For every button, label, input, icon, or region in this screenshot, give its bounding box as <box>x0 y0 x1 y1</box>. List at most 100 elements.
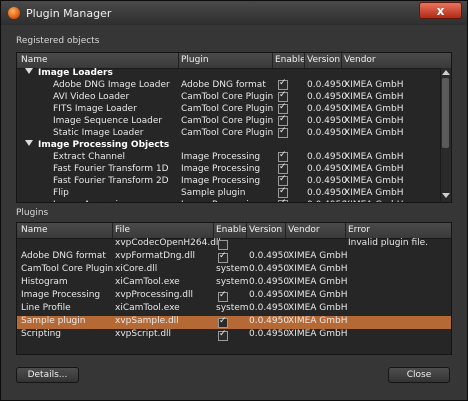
enable-checkbox[interactable] <box>278 150 288 162</box>
object-plugin: CamTool Core Plugin <box>181 116 274 126</box>
title-bar[interactable]: Plugin Manager x <box>1 1 467 25</box>
plugin-enable-checkbox[interactable] <box>218 316 228 328</box>
tree-item[interactable]: FlipSample plugin0.0.4950XIMEA GmbH <box>17 186 439 200</box>
enable-checkbox[interactable] <box>278 126 288 138</box>
plugin-vendor: XIMEA GmbH <box>288 264 348 274</box>
tree-item[interactable]: Fast Fourier Transform 2D Image Processin… <box>17 174 439 188</box>
tree-item[interactable]: Image Averaging Image Processing 0.0.4950X… <box>17 198 439 202</box>
object-vendor: XIMEA GmbH <box>344 188 404 198</box>
plugins-table[interactable]: Name File Enable Version Vendor Error xv… <box>16 222 452 355</box>
object-plugin: Image Processing <box>181 200 260 202</box>
tree-item[interactable]: AVI Video Loader CamTool Core Plugin 0.0.4… <box>17 90 439 104</box>
object-vendor: XIMEA GmbH <box>344 128 404 138</box>
enable-checkbox[interactable] <box>278 102 288 114</box>
tree-item[interactable]: Adobe DNG Image Loader Adobe DNG format 0.… <box>17 78 439 92</box>
object-vendor: XIMEA GmbH <box>344 80 404 90</box>
tree-item[interactable]: Fast Fourier Transform 1D Image Processin… <box>17 162 439 176</box>
plugin-file: xvpCodecOpenH264.dll <box>115 238 221 248</box>
plugin-file: xvpFormatDng.dll <box>115 251 196 261</box>
plugin-version: 0.0.4950 <box>249 264 290 274</box>
scroll-down-arrow-icon[interactable] <box>442 193 450 198</box>
tree-item[interactable]: FITS Image Loader CamTool Core Plugin 0.0.… <box>17 102 439 116</box>
plugin-file: xiCamTool.exe <box>115 303 180 313</box>
tree-item[interactable]: Image Sequence Loader CamTool Core Plugin… <box>17 114 439 128</box>
tree-item[interactable]: Static Image Loader CamTool Core Plugin 0.… <box>17 126 439 140</box>
object-vendor: XIMEA GmbH <box>344 152 404 162</box>
registered-objects-tree[interactable]: Name Plugin Enable Version Vendor Image … <box>16 52 452 203</box>
plugin-name: Line Profile <box>21 303 71 313</box>
object-version: 0.0.4950 <box>307 176 348 186</box>
plugin-vendor: XIMEA GmbH <box>288 290 348 300</box>
object-plugin: Image Processing <box>181 164 261 174</box>
tree-item[interactable]: Extract Channel Image Processing 0.0.4950X… <box>17 150 439 164</box>
plugin-vendor: XIMEA GmbH <box>288 251 348 261</box>
col-version[interactable]: Version <box>307 55 340 65</box>
object-version: 0.0.4950 <box>307 164 348 174</box>
window-title: Plugin Manager <box>26 7 112 20</box>
plugin-row[interactable]: Line Profile xiCamTool.exe system 0.0.4950 X… <box>17 303 451 316</box>
plugin-enable-system: system <box>216 277 249 287</box>
object-version: 0.0.4950 <box>307 128 348 138</box>
plugin-manager-window: Plugin Manager x Registered objects Name… <box>0 0 468 401</box>
scrollbar-thumb[interactable] <box>442 78 449 148</box>
object-name: Fast Fourier Transform 2D <box>53 176 169 186</box>
col-plugin[interactable]: Plugin <box>181 55 209 65</box>
plugin-row[interactable]: Image Processing xvpProcessing.dll 0.0.495… <box>17 290 451 303</box>
col-plugin-enable[interactable]: Enable <box>216 225 247 235</box>
plugin-enable-checkbox[interactable] <box>218 329 228 341</box>
col-enable[interactable]: Enable <box>275 55 306 65</box>
tree-group[interactable]: Image Loaders <box>17 68 439 80</box>
plugin-name: CamTool Core Plugin <box>21 264 114 274</box>
enable-checkbox[interactable] <box>278 186 288 198</box>
plugin-error: Invalid plugin file. <box>348 238 429 248</box>
object-version: 0.0.4950 <box>307 104 348 114</box>
plugin-vendor: XIMEA GmbH <box>288 277 348 287</box>
plugin-vendor: XIMEA GmbH <box>288 303 348 313</box>
col-error[interactable]: Error <box>348 225 370 235</box>
object-plugin: Sample plugin <box>181 188 246 198</box>
close-button[interactable]: Close <box>388 367 450 383</box>
plugin-row[interactable]: Sample plugin xvpSample.dll 0.0.4950XIMEA … <box>17 316 451 329</box>
tree-group[interactable]: Image Processing Objects <box>17 140 439 152</box>
enable-checkbox[interactable] <box>278 198 288 202</box>
plugin-enable-checkbox[interactable] <box>218 240 228 250</box>
plugin-row[interactable]: Histogram xiCamTool.exe system 0.0.4950 XIME… <box>17 277 451 290</box>
window-close-button[interactable]: x <box>419 2 462 19</box>
plugin-enable-checkbox[interactable] <box>218 290 228 302</box>
details-button[interactable]: Details... <box>16 367 79 383</box>
plugin-row[interactable]: xvpCodecOpenH264.dll Invalid plugin file. <box>17 238 451 251</box>
enable-checkbox[interactable] <box>278 90 288 102</box>
enable-checkbox[interactable] <box>278 174 288 186</box>
object-plugin: Image Processing <box>181 152 261 162</box>
plugin-version: 0.0.4950 <box>249 303 290 313</box>
plugin-enable-checkbox[interactable] <box>218 251 228 263</box>
enable-checkbox[interactable] <box>278 162 288 174</box>
enable-checkbox[interactable] <box>278 78 288 90</box>
col-name[interactable]: Name <box>21 55 48 65</box>
object-vendor: XIMEA GmbH <box>344 200 404 202</box>
object-name: Flip <box>53 188 69 198</box>
object-version: 0.0.4950 <box>307 200 347 202</box>
enable-checkbox[interactable] <box>278 114 288 126</box>
col-plugin-name[interactable]: Name <box>21 225 48 235</box>
plugin-row[interactable]: CamTool Core Plugin xiCore.dll system 0.0.4… <box>17 264 451 277</box>
object-version: 0.0.4950 <box>307 80 348 90</box>
col-file[interactable]: File <box>115 225 130 235</box>
expand-triangle-icon[interactable] <box>25 140 33 146</box>
col-plugin-vendor[interactable]: Vendor <box>288 225 320 235</box>
object-plugin: CamTool Core Plugin <box>181 104 274 114</box>
object-vendor: XIMEA GmbH <box>344 164 404 174</box>
col-plugin-version[interactable]: Version <box>249 225 282 235</box>
group-label: Image Processing Objects <box>38 140 170 150</box>
col-vendor[interactable]: Vendor <box>344 55 376 65</box>
plugin-row[interactable]: Adobe DNG format xvpFormatDng.dll 0.0.4950… <box>17 251 451 264</box>
object-version: 0.0.4950 <box>307 152 348 162</box>
expand-triangle-icon[interactable] <box>25 68 33 74</box>
object-name: FITS Image Loader <box>53 104 137 114</box>
registered-scrollbar[interactable] <box>440 68 451 201</box>
object-version: 0.0.4950 <box>307 188 348 198</box>
plugin-enable-system: system <box>216 303 249 313</box>
plugin-row[interactable]: Scripting xvpScript.dll 0.0.4950XIMEA GmbH <box>17 329 451 342</box>
scroll-up-arrow-icon[interactable] <box>442 70 450 75</box>
plugin-file: xvpSample.dll <box>115 316 179 326</box>
